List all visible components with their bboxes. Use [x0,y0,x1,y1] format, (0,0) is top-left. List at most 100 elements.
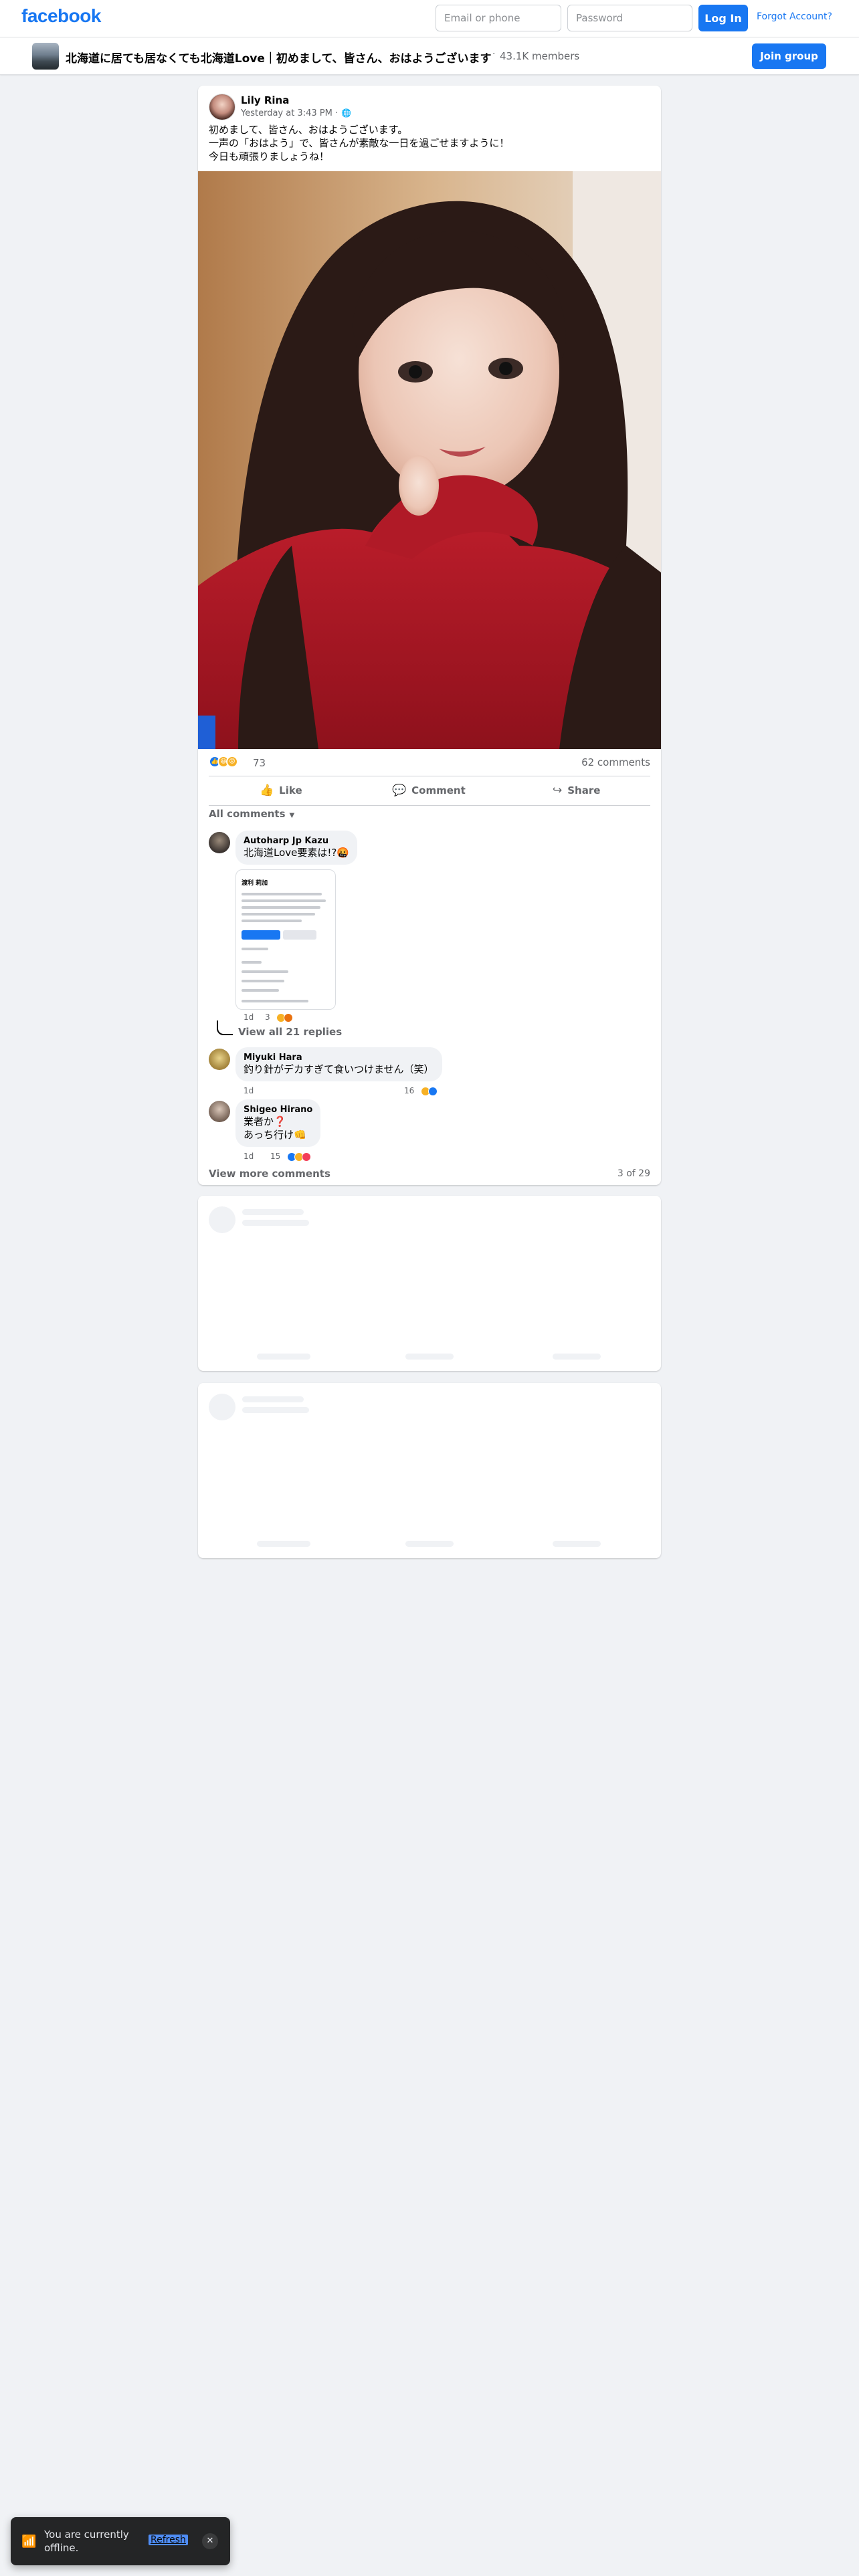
skeleton-line [257,1354,310,1360]
comment-count[interactable]: 62 comments [581,756,650,768]
comment-pagination: 3 of 29 [617,1168,650,1179]
skeleton-line [405,1541,454,1547]
attachment-text-line [242,899,326,902]
comment-time[interactable]: 1d [244,1152,254,1161]
group-member-count: 43.1K members [500,50,580,62]
share-label: Share [567,784,601,796]
like-button[interactable]: 👍 Like [260,778,302,802]
attachment-text-line [242,913,315,916]
view-more-comments-link[interactable]: View more comments [209,1168,330,1180]
like-label: Like [279,784,302,796]
comment-author[interactable]: Miyuki Hara [244,1053,434,1063]
globe-icon: 🌐 [341,108,351,118]
love-reaction-icon [302,1152,312,1162]
comment-bubble: Shigeo Hirano 業者か❓ あっち行け👊 [235,1099,321,1147]
post-text-line: 一声の「おはよう」で、皆さんが素敵な一日を過ごせますように！ [209,137,510,149]
comment-image-attachment[interactable]: 渡利 莉加 [235,869,336,1010]
attachment-text-line [242,948,268,950]
skeleton-line [242,1407,309,1413]
attachment-text-line [242,906,320,909]
loading-post-placeholder [198,1196,661,1371]
comment-author[interactable]: Autoharp Jp Kazu [244,836,349,846]
comment-time[interactable]: 1d [244,1012,254,1022]
skeleton-line [242,1209,304,1215]
group-cover-thumbnail[interactable] [32,43,59,70]
like-reaction-icon [428,1086,438,1096]
caret-down-icon: ▼ [289,812,295,819]
password-input[interactable] [567,5,692,31]
commenter-avatar[interactable] [209,832,230,853]
comment-reaction-count: 16 [404,1086,415,1095]
group-name[interactable]: 北海道に居ても居なくても北海道Love｜初めまして、皆さん、おはようございます [66,49,492,66]
reply-thread-connector [217,1021,233,1035]
comment-reaction-count: 15 [270,1152,281,1161]
skeleton-line [405,1354,454,1360]
comment-text-line: 業者か❓ [244,1115,286,1128]
skeleton-line [553,1354,601,1360]
comment-bubble-icon: 💬 [392,784,407,797]
forgot-account-link[interactable]: Forgot Account? [757,11,832,22]
thumbs-up-icon: 👍 [260,784,274,797]
commenter-avatar[interactable] [209,1101,230,1122]
angry-reaction-icon [284,1012,294,1023]
offline-message: You are currently offline. [44,2529,129,2554]
share-arrow-icon: ↪ [553,784,563,797]
attachment-text-line [242,989,279,992]
offline-toast: 📶 You are currently offline. Refresh ✕ [11,2517,230,2565]
top-navbar: facebook Log In Forgot Account? [0,0,859,37]
skeleton-avatar [209,1394,235,1420]
attachment-button-shape [242,930,280,940]
join-group-button[interactable]: Join group [752,43,826,69]
divider [209,805,650,806]
skeleton-line [242,1396,304,1402]
wifi-off-icon: 📶 [21,2535,37,2549]
portrait-illustration [198,171,661,749]
login-button[interactable]: Log In [698,5,748,31]
author-name[interactable]: Lily Rina [241,94,289,106]
close-icon[interactable]: ✕ [202,2533,218,2549]
reaction-count: 73 [253,757,266,769]
comment-bubble: Autoharp Jp Kazu 北海道Love要素は!?🤬 [235,831,358,865]
view-replies-link[interactable]: View all 21 replies [238,1026,342,1038]
post-text: 初めまして、皆さん、おはようございます。 一声の「おはよう」で、皆さんが素敵な一… [209,123,509,163]
comment-text: 北海道Love要素は!?🤬 [244,847,350,859]
facebook-logo[interactable]: facebook [21,5,101,27]
post-timestamp[interactable]: Yesterday at 3:43 PM · [241,108,338,118]
post-text-line: 初めまして、皆さん、おはようございます。 [209,124,408,136]
group-header-bar: 北海道に居ても居なくても北海道Love｜初めまして、皆さん、おはようございます … [0,37,859,75]
comment-button[interactable]: 💬 Comment [392,778,466,802]
author-avatar[interactable] [209,94,235,120]
comment-label: Comment [411,784,466,796]
post-card: Lily Rina Yesterday at 3:43 PM · 🌐 初めまして… [198,86,661,1185]
comment-bubble: Miyuki Hara 釣り針がデカすぎて食いつけません（笑） [235,1047,442,1081]
comment-reactions[interactable]: 16 [404,1086,438,1096]
attachment-text-line [242,970,288,973]
comment-reaction-count: 3 [265,1012,270,1022]
skeleton-line [257,1541,310,1547]
comment-reactions[interactable]: 3 [265,1012,294,1023]
attachment-text-line [242,920,302,922]
loading-post-placeholder [198,1383,661,1558]
attachment-text-line [242,980,284,982]
skeleton-line [553,1541,601,1547]
post-photo[interactable] [198,171,661,749]
skeleton-avatar [209,1206,235,1233]
angry-reaction-icon: 😡 [226,756,238,768]
comment-author[interactable]: Shigeo Hirano [244,1105,312,1115]
attachment-profile-name: 渡利 莉加 [242,880,268,887]
attachment-button-shape [283,930,316,940]
share-button[interactable]: ↪ Share [553,778,600,802]
comment-filter-dropdown[interactable]: All comments ▼ [209,808,294,820]
comment-time[interactable]: 1d [244,1086,254,1095]
comment-text-line: あっち行け👊 [244,1129,306,1141]
comment-reactions[interactable]: 15 [270,1152,312,1162]
commenter-avatar[interactable] [209,1049,230,1070]
attachment-text-line [242,961,262,964]
comment-text: 釣り針がデカすぎて食いつけません（笑） [244,1063,434,1075]
attachment-text-line [242,893,322,895]
comment-filter-label: All comments [209,808,286,820]
attachment-text-line [242,1000,308,1002]
separator-dot: · [492,49,496,60]
email-input[interactable] [436,5,561,31]
refresh-link[interactable]: Refresh [149,2535,188,2545]
